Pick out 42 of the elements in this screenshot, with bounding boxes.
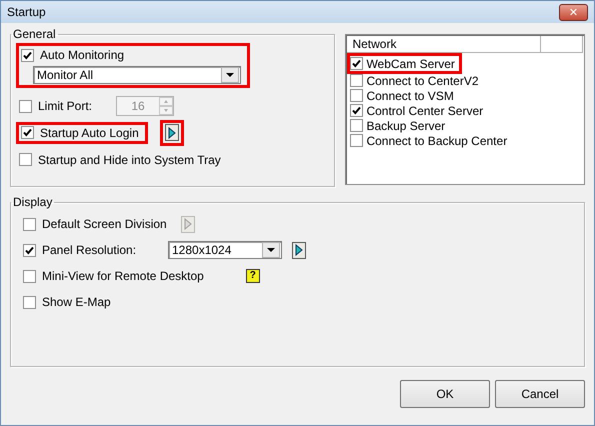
checkbox[interactable] xyxy=(21,48,34,62)
checkbox-label: Startup Auto Login xyxy=(40,126,139,140)
checkbox[interactable] xyxy=(350,119,364,132)
group-title: Display xyxy=(12,195,54,209)
checkbox-label: Auto Monitoring xyxy=(40,48,124,62)
arrow-button[interactable] xyxy=(292,242,306,258)
checkbox-label: Default Screen Division xyxy=(42,217,167,231)
checkbox-label: Startup and Hide into System Tray xyxy=(38,152,221,166)
arrow-button[interactable] xyxy=(164,124,179,141)
column-header[interactable] xyxy=(541,36,583,53)
network-item[interactable]: Control Center Server xyxy=(347,102,490,119)
checkbox[interactable] xyxy=(350,57,364,70)
checkbox[interactable] xyxy=(21,126,34,140)
checkbox[interactable] xyxy=(350,74,364,87)
window-title: Startup xyxy=(7,5,46,19)
dialog-button[interactable]: OK xyxy=(400,380,490,408)
checkbox[interactable] xyxy=(19,153,32,166)
dropdown-value: Monitor All xyxy=(37,68,94,82)
checkbox[interactable] xyxy=(23,244,36,256)
network-item[interactable]: WebCam Server xyxy=(347,53,462,74)
checkbox[interactable] xyxy=(23,218,36,230)
network-item[interactable]: Connect to VSM xyxy=(347,87,461,104)
checkbox-label: Show E-Map xyxy=(42,295,111,309)
monitor-mode-dropdown[interactable]: Monitor All xyxy=(33,66,241,84)
dropdown-value: 1280x1024 xyxy=(172,243,232,257)
checkbox[interactable] xyxy=(23,296,36,308)
checkbox-label: Mini-View for Remote Desktop xyxy=(42,269,204,283)
network-item[interactable]: Connect to CenterV2 xyxy=(347,72,486,89)
checkbox[interactable] xyxy=(350,104,364,117)
network-item[interactable]: Backup Server xyxy=(347,117,452,134)
checkbox-label: Panel Resolution: xyxy=(42,243,138,257)
checkbox-label: Limit Port: xyxy=(38,99,94,113)
spinner-value: 16 xyxy=(130,99,146,113)
checkbox[interactable] xyxy=(23,270,36,282)
column-header[interactable]: Network xyxy=(347,36,542,53)
network-item[interactable]: Connect to Backup Center xyxy=(347,132,514,149)
checkbox[interactable] xyxy=(350,89,364,102)
group-title: General xyxy=(12,27,57,41)
resolution-dropdown[interactable]: 1280x1024 xyxy=(168,241,282,259)
dialog-button[interactable]: Cancel xyxy=(495,380,585,408)
checkbox[interactable] xyxy=(350,134,364,147)
help-button[interactable]: ? xyxy=(246,269,260,283)
